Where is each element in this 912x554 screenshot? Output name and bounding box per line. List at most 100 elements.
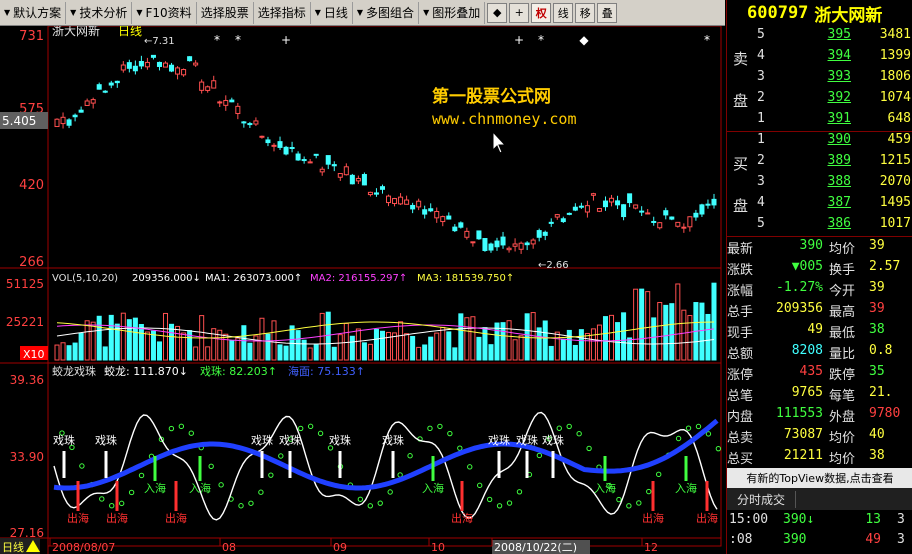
volume-bar: [458, 313, 464, 361]
candle-body: [705, 203, 711, 206]
tab-tick-trades[interactable]: 分时成交: [727, 490, 797, 508]
xizhu-dot: [238, 503, 244, 509]
ask-level-row[interactable]: 5 395 3481: [727, 27, 912, 48]
crosshair-icon[interactable]: +: [509, 2, 530, 23]
tick-volume: 13: [865, 512, 881, 527]
volume-bar: [452, 347, 458, 361]
xizhu-dot: [178, 423, 185, 430]
candle-body: [271, 144, 277, 147]
volume-bar: [578, 329, 584, 361]
event-marker: *: [704, 33, 710, 47]
volume-bar: [428, 336, 434, 361]
candle-body: [530, 239, 536, 245]
volume-bar: [132, 317, 138, 361]
volume-bar: [446, 331, 452, 361]
ask-level-row[interactable]: 4 394 1399: [727, 48, 912, 69]
level-volume: 1495: [879, 195, 911, 210]
volume-bar: [404, 333, 410, 361]
menu-item-label: 多图组合: [366, 6, 415, 20]
level-number: 2: [757, 153, 765, 168]
bid-level-row[interactable]: 2 389 1215: [727, 153, 912, 174]
stat-value: 35: [869, 364, 885, 379]
overlay-button[interactable]: 叠: [597, 2, 618, 23]
xizhu-dot: [467, 464, 473, 470]
kline-chart-svg[interactable]: 7315754202665.405浙大网新 日线←7.31←2.66* * + + * ◆ *…: [0, 26, 725, 554]
candle-body: [518, 242, 524, 250]
candle-body: [295, 153, 301, 161]
volume-bar: [482, 327, 488, 361]
stat-row: 总手 209356 最高 39: [727, 301, 912, 322]
candle-body: [699, 204, 705, 215]
volume-bar: [150, 330, 156, 361]
period-tab: 日线: [2, 540, 24, 554]
menu-item-2[interactable]: ▼ F10资料: [132, 1, 197, 24]
menu-item-1[interactable]: ▼ 技术分析: [66, 1, 133, 24]
candle-body: [524, 242, 530, 246]
haimian-line: [53, 418, 719, 491]
watermark-title: 第一股票公式网: [432, 87, 551, 107]
menu-item-5[interactable]: ▼ 日线: [311, 1, 353, 24]
level-number: 3: [757, 174, 765, 189]
candle-body: [590, 193, 596, 196]
stat-value: 39: [869, 301, 885, 316]
xizhu-dot: [695, 423, 702, 430]
volume-bar: [422, 344, 428, 361]
tick-count: 3: [897, 512, 905, 527]
stat-value: -1.27%: [776, 280, 823, 295]
menu-item-7[interactable]: ▼ 图形叠加: [419, 1, 486, 24]
stat-value: ▼005: [791, 259, 823, 274]
bid-level-row[interactable]: 1 390 459: [727, 132, 912, 153]
volume-bar: [313, 343, 319, 361]
xizhu-label: 戏珠: [95, 433, 117, 447]
level-volume: 1806: [879, 69, 911, 84]
menu-item-3[interactable]: 选择股票: [197, 1, 254, 24]
kline-chart-area[interactable]: 731 575 420 266 5.405 浙大网新 日线 ←7.31 ←2.66 * * + + * ◆ *…: [0, 26, 725, 554]
bid-level-row[interactable]: 5 386 1017: [727, 216, 912, 237]
volume-bar: [657, 302, 663, 361]
xizhu-dot: [626, 503, 632, 509]
stat-label: 总卖: [727, 431, 754, 446]
price-axis-label: 731: [19, 29, 44, 44]
line-button[interactable]: 线: [553, 2, 574, 23]
bid-level-row[interactable]: 3 388 2070: [727, 174, 912, 195]
candle-body: [500, 236, 506, 246]
move-button[interactable]: 移: [575, 2, 596, 23]
ruhai-label: 入海: [422, 481, 444, 495]
indicator-axis-label: 33.90: [10, 450, 44, 464]
volume-bar: [512, 339, 518, 361]
volume-bar: [506, 320, 512, 361]
xizhu-dot: [705, 431, 712, 437]
topview-banner[interactable]: 有新的TopView数据,点击查看: [727, 468, 912, 488]
volume-bar: [536, 327, 542, 361]
candle-body: [578, 205, 584, 208]
menu-item-4[interactable]: 选择指标: [254, 1, 311, 24]
watermark-url: www.chnmoney.com: [432, 110, 577, 128]
xizhu-dot: [566, 423, 572, 430]
xizhu-label: 戏珠: [53, 433, 75, 447]
rights-button[interactable]: 权: [531, 2, 552, 23]
xizhu-label: 戏珠: [382, 433, 404, 447]
ask-level-row[interactable]: 2 392 1074: [727, 90, 912, 111]
xizhu-dot: [109, 503, 115, 509]
volume-bar: [464, 317, 470, 361]
volume-bar: [398, 321, 404, 361]
volume-bar: [386, 331, 392, 361]
jiaolong-line: [53, 411, 718, 521]
xizhu-label: 戏珠: [251, 433, 273, 447]
level-volume: 1215: [879, 153, 911, 168]
candle-body: [156, 61, 162, 67]
stat-value: 49: [807, 322, 823, 337]
level-number: 1: [757, 132, 765, 147]
volume-bar: [259, 317, 265, 361]
menu-item-6[interactable]: ▼ 多图组合: [353, 1, 420, 24]
cursor-icon[interactable]: ◆: [487, 2, 508, 23]
ask-level-row[interactable]: 3 393 1806: [727, 69, 912, 90]
candle-body: [416, 200, 422, 208]
volume-bar: [476, 336, 482, 361]
candle-body: [572, 206, 578, 211]
stat-value: 21211: [783, 448, 823, 463]
chart-title: 浙大网新: [52, 26, 100, 38]
bid-level-row[interactable]: 4 387 1495: [727, 195, 912, 216]
ask-level-row[interactable]: 1 391 648: [727, 111, 912, 132]
menu-item-0[interactable]: ▼ 默认方案: [0, 1, 67, 24]
